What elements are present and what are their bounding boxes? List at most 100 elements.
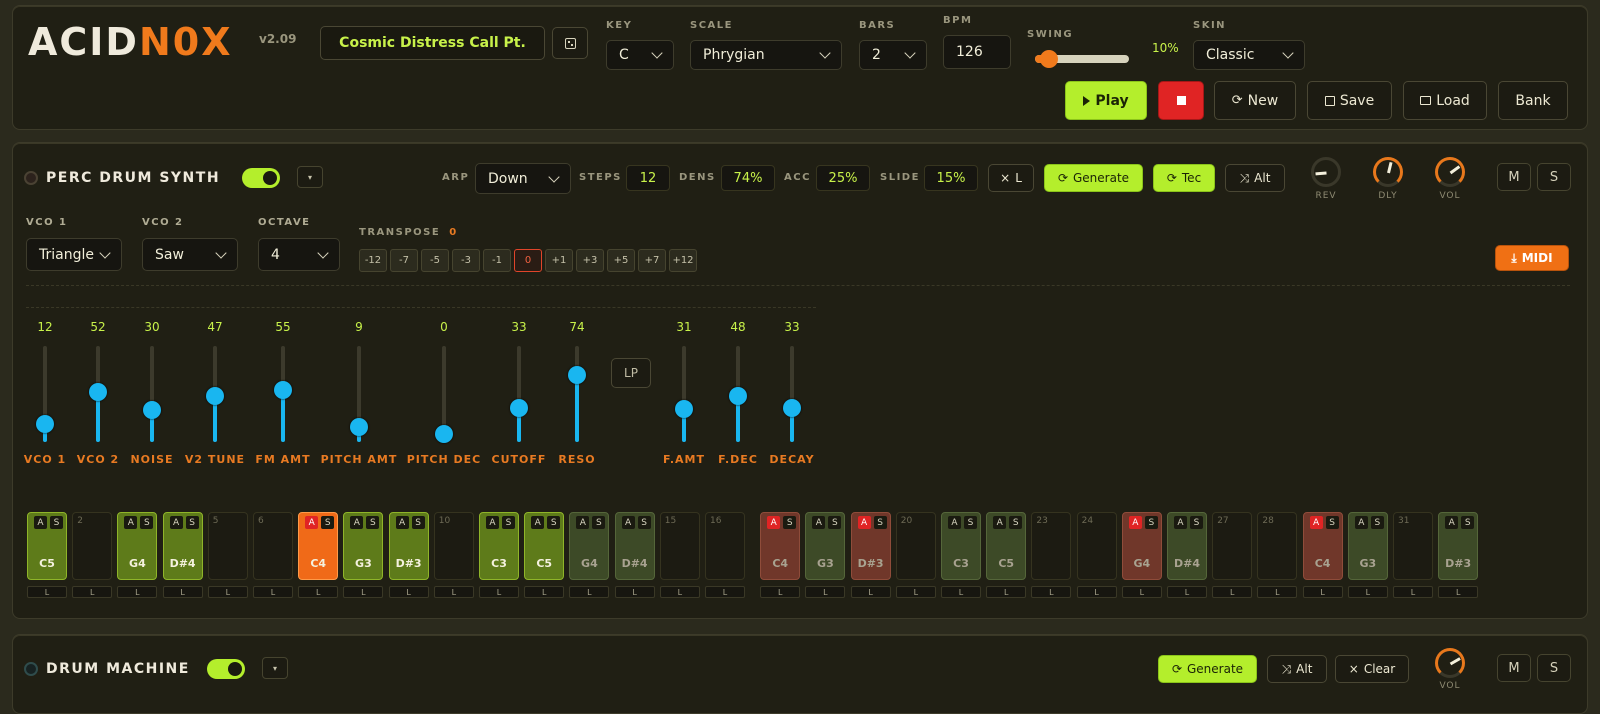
drum-collapse-button[interactable]: ▾ — [262, 657, 288, 679]
transpose-option[interactable]: -5 — [421, 249, 449, 272]
sequencer-step[interactable]: 20 — [895, 512, 936, 580]
key-select[interactable]: C — [606, 40, 674, 70]
step-legato-button[interactable]: L — [895, 586, 936, 598]
bars-select[interactable]: 2 — [859, 40, 927, 70]
step-legato-button[interactable]: L — [72, 586, 113, 598]
sequencer-step[interactable]: A S C5 — [524, 512, 565, 580]
step-legato-button[interactable]: L — [805, 586, 846, 598]
step-legato-button[interactable]: L — [207, 586, 248, 598]
step-slide-toggle[interactable]: S — [140, 516, 154, 529]
transpose-option[interactable]: +1 — [545, 249, 573, 272]
step-accent-toggle[interactable]: A — [948, 516, 961, 529]
step-legato-button[interactable]: L — [569, 586, 610, 598]
step-legato-button[interactable]: L — [760, 586, 801, 598]
sequencer-step[interactable]: A S D#4 — [1167, 512, 1207, 580]
transpose-option[interactable]: -1 — [483, 249, 511, 272]
step-accent-toggle[interactable]: A — [124, 516, 138, 529]
step-legato-button[interactable]: L — [1121, 586, 1162, 598]
step-legato-button[interactable]: L — [850, 586, 891, 598]
sequencer-step[interactable]: 24 — [1076, 512, 1117, 580]
step-slide-toggle[interactable]: S — [50, 516, 63, 529]
slider-vco-1[interactable] — [36, 346, 54, 442]
step-slide-toggle[interactable]: S — [964, 516, 977, 529]
sequencer-step[interactable]: 2 — [72, 512, 113, 580]
randomize-name-button[interactable] — [552, 27, 588, 59]
synth-solo-button[interactable]: S — [1537, 163, 1571, 191]
sequencer-step[interactable]: A S C5 — [986, 512, 1027, 580]
slider-f-amt[interactable] — [675, 346, 693, 442]
slide-value[interactable]: 15% — [924, 165, 978, 191]
new-button[interactable]: ⟳ New — [1214, 81, 1296, 120]
step-accent-toggle[interactable]: A — [305, 516, 319, 529]
step-accent-toggle[interactable]: A — [486, 516, 499, 529]
drum-generate-button[interactable]: ⟳ Generate — [1158, 655, 1257, 683]
midi-export-button[interactable]: ⤓ MIDI — [1495, 245, 1569, 271]
step-legato-button[interactable]: L — [1257, 586, 1298, 598]
step-legato-button[interactable]: L — [659, 586, 700, 598]
slider-thumb[interactable] — [274, 381, 292, 399]
bank-button[interactable]: Bank — [1498, 81, 1568, 120]
transpose-option[interactable]: -7 — [390, 249, 418, 272]
sequencer-step[interactable]: 15 — [659, 512, 700, 580]
sequencer-step[interactable]: A S C4 — [298, 512, 339, 580]
knob-dly[interactable] — [1373, 157, 1403, 187]
slider-pitch-amt[interactable] — [350, 346, 368, 442]
transpose-option[interactable]: +5 — [607, 249, 635, 272]
slider-noise[interactable] — [143, 346, 161, 442]
step-slide-toggle[interactable]: S — [1325, 516, 1339, 529]
sequencer-step[interactable]: A S D#4 — [614, 512, 655, 580]
sequencer-step[interactable]: A S G4 — [1121, 512, 1162, 580]
step-legato-button[interactable]: L — [1212, 586, 1253, 598]
swing-slider[interactable] — [1035, 50, 1129, 68]
step-legato-button[interactable]: L — [524, 586, 565, 598]
slider-decay[interactable] — [783, 346, 801, 442]
sequencer-step[interactable]: A S G3 — [1347, 512, 1388, 580]
slider-thumb[interactable] — [510, 398, 528, 417]
knob-rev[interactable] — [1311, 157, 1341, 187]
sequencer-step[interactable]: A S G4 — [569, 512, 610, 580]
slider-v2-tune[interactable] — [206, 346, 224, 442]
synth-power-toggle[interactable] — [242, 168, 280, 188]
step-legato-button[interactable]: L — [343, 586, 384, 598]
step-accent-toggle[interactable]: A — [576, 516, 590, 529]
step-legato-button[interactable]: L — [941, 586, 981, 598]
slider-thumb[interactable] — [350, 417, 368, 436]
vco2-select[interactable]: Saw — [142, 238, 238, 271]
slider-fm-amt[interactable] — [274, 346, 292, 442]
step-accent-toggle[interactable]: A — [1445, 516, 1459, 529]
step-legato-button[interactable]: L — [1347, 586, 1388, 598]
step-slide-toggle[interactable]: S — [321, 516, 335, 529]
step-slide-toggle[interactable]: S — [1144, 516, 1158, 529]
step-slide-toggle[interactable]: S — [366, 516, 380, 529]
step-accent-toggle[interactable]: A — [395, 516, 409, 529]
step-slide-toggle[interactable]: S — [1009, 516, 1023, 529]
skin-select[interactable]: Classic — [1193, 40, 1305, 70]
save-button[interactable]: Save — [1307, 81, 1392, 120]
sequencer-step[interactable]: A S G4 — [117, 512, 158, 580]
synth-mute-button[interactable]: M — [1497, 163, 1531, 191]
sequencer-step[interactable]: A S C3 — [479, 512, 519, 580]
sequencer-step[interactable]: 5 — [207, 512, 248, 580]
slider-thumb[interactable] — [143, 401, 161, 419]
step-accent-toggle[interactable]: A — [812, 516, 826, 529]
step-slide-toggle[interactable]: S — [828, 516, 842, 529]
step-accent-toggle[interactable]: A — [993, 516, 1007, 529]
transpose-option[interactable]: -3 — [452, 249, 480, 272]
synth-generate-button[interactable]: ⟳ Generate — [1044, 164, 1143, 192]
sequencer-step[interactable]: A S C4 — [760, 512, 801, 580]
step-accent-toggle[interactable]: A — [621, 516, 635, 529]
step-accent-toggle[interactable]: A — [1128, 516, 1142, 529]
drum-vol-knob[interactable] — [1435, 648, 1465, 678]
step-legato-button[interactable]: L — [1302, 586, 1343, 598]
step-slide-toggle[interactable]: S — [1370, 516, 1384, 529]
sequencer-step[interactable]: A S D#3 — [850, 512, 891, 580]
slider-reso[interactable] — [568, 346, 586, 442]
step-accent-toggle[interactable]: A — [531, 516, 545, 529]
step-legato-button[interactable]: L — [388, 586, 429, 598]
sequencer-step[interactable]: 31 — [1393, 512, 1433, 580]
arp-select[interactable]: Down — [475, 163, 571, 194]
transpose-option[interactable]: +7 — [638, 249, 666, 272]
drum-alt-button[interactable]: ⤨ Alt — [1267, 655, 1327, 683]
sequencer-step[interactable]: A S D#3 — [1438, 512, 1479, 580]
slider-thumb[interactable] — [783, 398, 801, 417]
